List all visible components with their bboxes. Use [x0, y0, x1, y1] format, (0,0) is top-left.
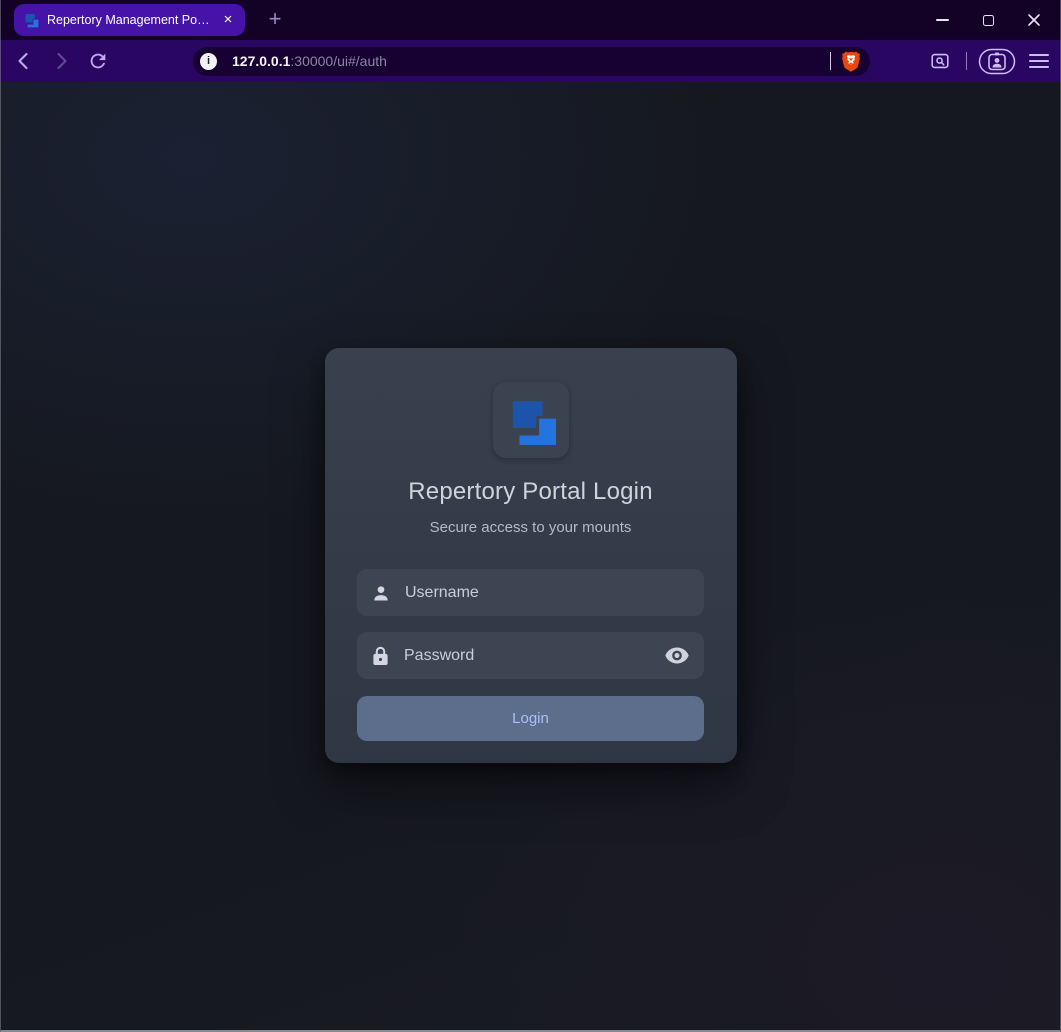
person-icon [371, 583, 391, 603]
window-maximize-icon[interactable] [973, 5, 1003, 35]
url-host: 127.0.0.1 [232, 53, 290, 69]
window-controls [927, 5, 1049, 35]
back-icon[interactable] [9, 46, 39, 76]
toolbar-right-icons [924, 40, 1055, 82]
lock-icon [371, 645, 390, 666]
page-content: Repertory Portal Login Secure access to … [0, 82, 1061, 1032]
tab-title: Repertory Management Portal [47, 13, 212, 27]
username-input[interactable] [405, 584, 690, 602]
password-field[interactable] [357, 632, 704, 679]
login-card: Repertory Portal Login Secure access to … [325, 348, 737, 763]
address-bar[interactable]: i 127.0.0.1:30000/ui#/auth [193, 47, 870, 76]
page-title: Repertory Portal Login [408, 478, 653, 506]
url-text[interactable]: 127.0.0.1:30000/ui#/auth [232, 53, 387, 69]
new-tab-button[interactable]: + [262, 7, 288, 33]
browser-toolbar: i 127.0.0.1:30000/ui#/auth [0, 40, 1061, 82]
urlbar-separator [830, 52, 831, 70]
reload-icon[interactable] [83, 46, 113, 76]
login-button[interactable]: Login [357, 696, 704, 741]
brave-shield-icon[interactable] [842, 51, 860, 72]
sidebar-search-icon[interactable] [924, 45, 956, 77]
login-form: Login [357, 569, 704, 741]
window-minimize-icon[interactable] [927, 5, 957, 35]
browser-titlebar: Repertory Management Portal × + [0, 0, 1061, 40]
password-input[interactable] [404, 647, 650, 665]
repertory-logo-icon [493, 382, 569, 458]
nav-buttons [9, 46, 113, 76]
url-path: :30000/ui#/auth [290, 53, 387, 69]
profile-icon[interactable] [977, 45, 1017, 77]
toggle-password-visibility-icon[interactable] [664, 647, 690, 664]
forward-icon[interactable] [46, 46, 76, 76]
menu-icon[interactable] [1023, 45, 1055, 77]
browser-tab-active[interactable]: Repertory Management Portal × [14, 4, 245, 36]
username-field[interactable] [357, 569, 704, 616]
site-info-icon[interactable]: i [200, 53, 217, 70]
toolbar-separator [966, 52, 967, 70]
tab-close-icon[interactable]: × [220, 12, 236, 28]
window-close-icon[interactable] [1019, 5, 1049, 35]
page-subtitle: Secure access to your mounts [430, 519, 632, 536]
tab-favicon-repertory-logo-icon [23, 12, 39, 28]
